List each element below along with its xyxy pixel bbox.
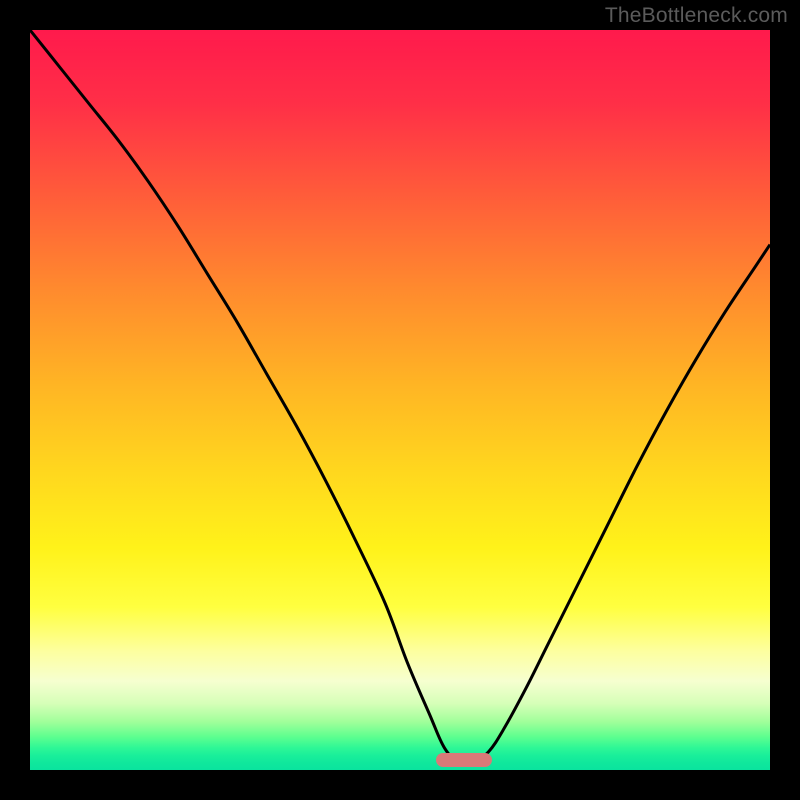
chart-container: TheBottleneck.com (0, 0, 800, 800)
optimum-marker (436, 753, 492, 767)
bottleneck-curve (30, 30, 770, 770)
curve-path (30, 30, 770, 764)
attribution-label: TheBottleneck.com (605, 4, 788, 28)
plot-area (30, 30, 770, 770)
